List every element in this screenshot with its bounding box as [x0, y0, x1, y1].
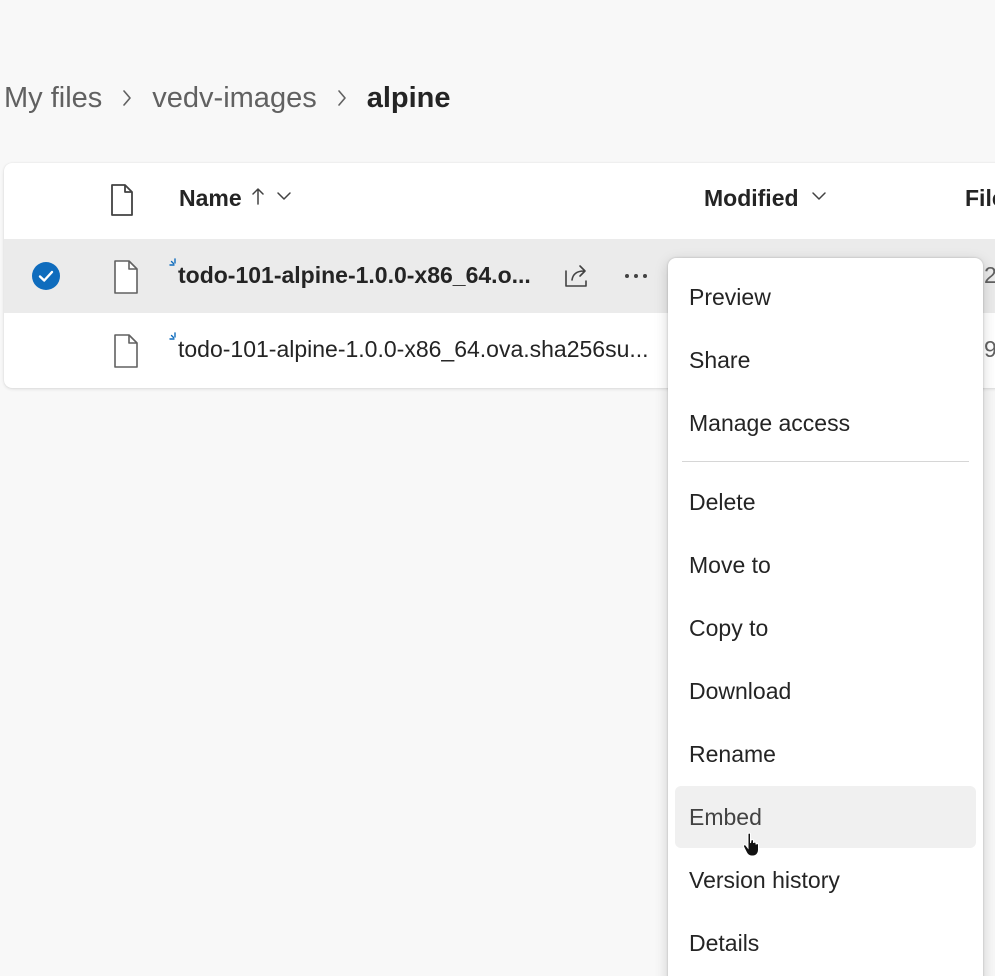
menu-item-version-history[interactable]: Version history [675, 849, 976, 911]
menu-item-download[interactable]: Download [675, 660, 976, 722]
menu-item-preview[interactable]: Preview [675, 266, 976, 328]
chevron-right-icon [317, 78, 367, 118]
breadcrumb-vedv-images[interactable]: vedv-images [152, 82, 316, 115]
onedrive-page: My files vedv-images alpine Name Modifie… [0, 0, 995, 976]
menu-divider [682, 461, 969, 462]
column-header-modified[interactable]: Modified [704, 185, 829, 212]
chevron-right-icon [102, 78, 152, 118]
menu-item-delete[interactable]: Delete [675, 471, 976, 533]
column-name-label: Name [179, 185, 242, 211]
menu-item-move-to[interactable]: Move to [675, 534, 976, 596]
menu-item-manage-access[interactable]: Manage access [675, 392, 976, 454]
file-size-cell: 27 [984, 262, 995, 288]
file-icon [112, 333, 140, 369]
menu-item-details[interactable]: Details [675, 912, 976, 974]
chevron-down-icon [274, 185, 294, 212]
menu-item-rename[interactable]: Rename [675, 723, 976, 785]
menu-item-embed[interactable]: Embed [675, 786, 976, 848]
file-list-header: Name Modified File size [4, 163, 995, 239]
file-icon [112, 259, 140, 295]
file-size-cell: 9 [984, 336, 995, 362]
context-menu: Preview Share Manage access Delete Move … [668, 258, 983, 976]
share-icon[interactable] [560, 259, 594, 293]
column-modified-label: Modified [704, 185, 799, 211]
sort-ascending-icon [250, 185, 266, 212]
hand-pointer-cursor-icon [742, 832, 764, 858]
checkmark-circle-icon[interactable] [31, 261, 61, 291]
chevron-down-icon [809, 185, 829, 212]
column-header-name[interactable]: Name [179, 185, 294, 212]
menu-item-copy-to[interactable]: Copy to [675, 597, 976, 659]
more-options-icon[interactable] [618, 259, 654, 293]
file-type-icon[interactable] [109, 183, 135, 217]
breadcrumb-current-folder: alpine [366, 81, 451, 114]
menu-item-share[interactable]: Share [675, 329, 976, 391]
breadcrumb-my-files[interactable]: My files [4, 82, 102, 115]
column-header-file-size[interactable]: File size [965, 185, 995, 212]
file-name-link[interactable]: todo-101-alpine-1.0.0-x86_64.ova.sha256s… [178, 336, 649, 363]
file-name-link[interactable]: todo-101-alpine-1.0.0-x86_64.o... [178, 262, 531, 289]
breadcrumb: My files vedv-images alpine [4, 78, 451, 118]
